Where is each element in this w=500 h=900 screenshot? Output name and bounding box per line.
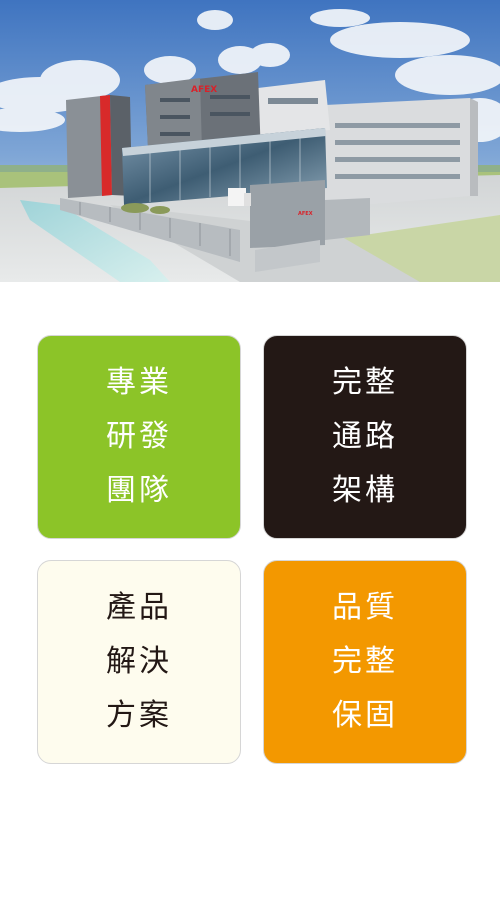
tile-line: 完整 <box>332 644 398 679</box>
building-sign-text: AFEX <box>191 85 217 95</box>
tile-line: 方案 <box>106 698 172 733</box>
feature-tile-channel[interactable]: 完整 通路 架構 <box>263 335 467 539</box>
tile-text: 品質 完整 保固 <box>332 581 398 743</box>
tile-line: 通路 <box>332 419 398 454</box>
tile-line: 研發 <box>106 419 172 454</box>
tile-line: 品質 <box>332 590 398 625</box>
tile-line: 保固 <box>332 698 398 733</box>
tile-text: 專業 研發 團隊 <box>106 356 172 518</box>
tile-line: 團隊 <box>106 473 172 508</box>
feature-tile-rd-team[interactable]: 專業 研發 團隊 <box>37 335 241 539</box>
tile-line: 架構 <box>332 473 398 508</box>
feature-tile-solutions[interactable]: 產品 解決 方案 <box>37 560 241 764</box>
tile-text: 完整 通路 架構 <box>332 356 398 518</box>
tile-text: 產品 解決 方案 <box>106 581 172 743</box>
tile-line: 專業 <box>106 365 172 400</box>
tile-line: 產品 <box>106 590 172 625</box>
building-lower-sign-text: AFEX <box>298 211 313 217</box>
tile-line: 解決 <box>106 644 172 679</box>
tile-line: 完整 <box>332 365 398 400</box>
hero-building-image: AFEX AFEX <box>0 0 500 282</box>
feature-tile-warranty[interactable]: 品質 完整 保固 <box>263 560 467 764</box>
